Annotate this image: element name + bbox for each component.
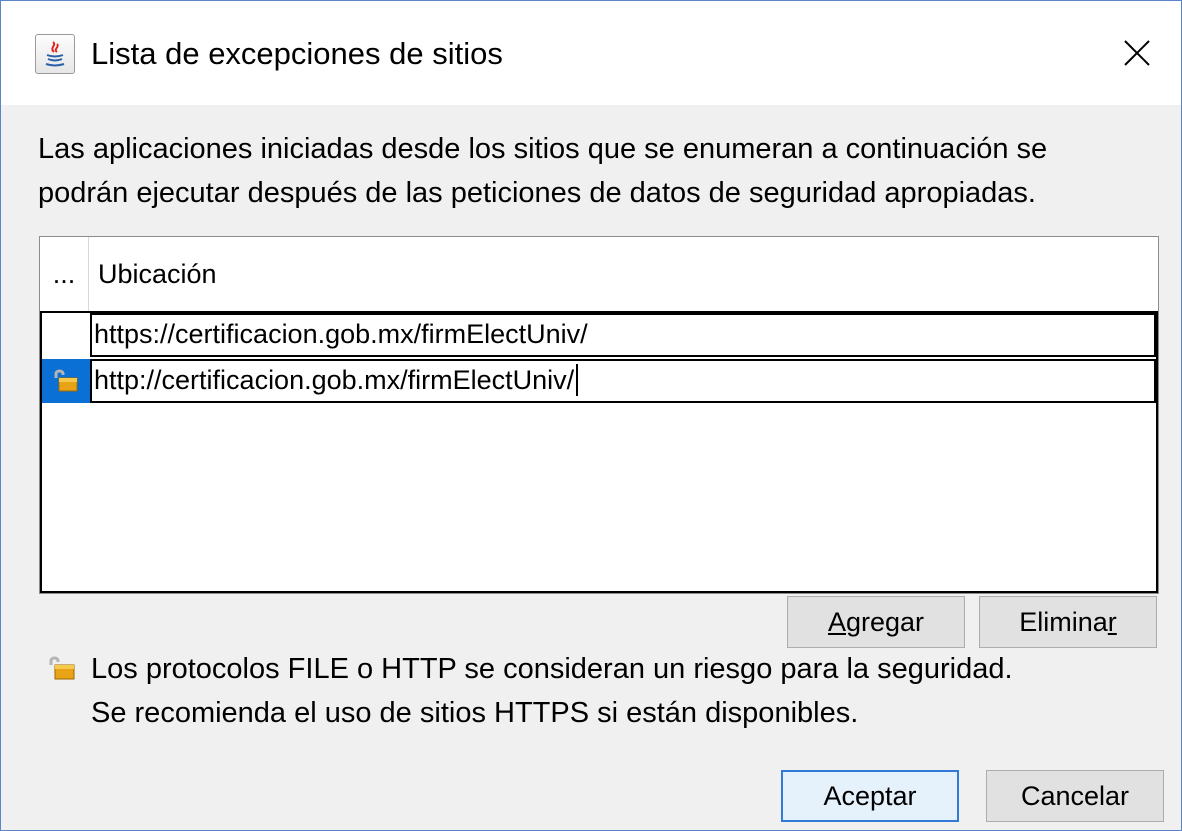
close-icon bbox=[1124, 40, 1150, 66]
table-row[interactable]: https://certificacion.gob.mx/firmElectUn… bbox=[42, 313, 1156, 357]
window-title: Lista de excepciones de sitios bbox=[91, 36, 503, 71]
unlocked-padlock-icon bbox=[54, 369, 78, 392]
dialog-window: Lista de excepciones de sitios Las aplic… bbox=[0, 0, 1182, 831]
exception-site-table[interactable]: ... Ubicación https://certificacion.gob.… bbox=[39, 236, 1159, 594]
location-cell-editor[interactable]: http://certificacion.gob.mx/firmElectUni… bbox=[90, 359, 1156, 403]
location-cell[interactable]: https://certificacion.gob.mx/firmElectUn… bbox=[90, 313, 1156, 357]
column-header-location[interactable]: Ubicación bbox=[98, 237, 217, 311]
close-button[interactable] bbox=[1109, 27, 1165, 79]
ok-button[interactable]: Aceptar bbox=[781, 770, 959, 822]
mnemonic: r bbox=[1107, 607, 1117, 637]
java-icon bbox=[35, 34, 75, 74]
location-value: http://certificacion.gob.mx/firmElectUni… bbox=[94, 365, 575, 395]
row-indicator bbox=[42, 359, 90, 403]
description-text: Las aplicaciones iniciadas desde los sit… bbox=[38, 127, 1158, 215]
remove-button[interactable]: Eliminar bbox=[979, 596, 1157, 648]
add-button[interactable]: Agregar bbox=[787, 596, 965, 648]
column-header-indicator[interactable]: ... bbox=[40, 237, 89, 311]
cancel-button[interactable]: Cancelar bbox=[986, 770, 1164, 822]
description-line: Las aplicaciones iniciadas desde los sit… bbox=[38, 133, 1048, 165]
mnemonic: A bbox=[827, 607, 846, 637]
row-indicator bbox=[42, 313, 90, 357]
table-header: ... Ubicación bbox=[40, 237, 1158, 312]
table-row-selected[interactable]: http://certificacion.gob.mx/firmElectUni… bbox=[42, 359, 1156, 403]
text-caret bbox=[576, 363, 579, 396]
description-line: podrán ejecutar después de las peticione… bbox=[38, 177, 1036, 209]
warning-line: Los protocolos FILE o HTTP se consideran… bbox=[91, 653, 1013, 685]
unlocked-padlock-icon bbox=[49, 656, 75, 680]
table-body[interactable]: https://certificacion.gob.mx/firmElectUn… bbox=[40, 311, 1158, 593]
title-bar[interactable]: Lista de excepciones de sitios bbox=[1, 1, 1181, 105]
warning-line: Se recomienda el uso de sitios HTTPS si … bbox=[91, 697, 859, 729]
